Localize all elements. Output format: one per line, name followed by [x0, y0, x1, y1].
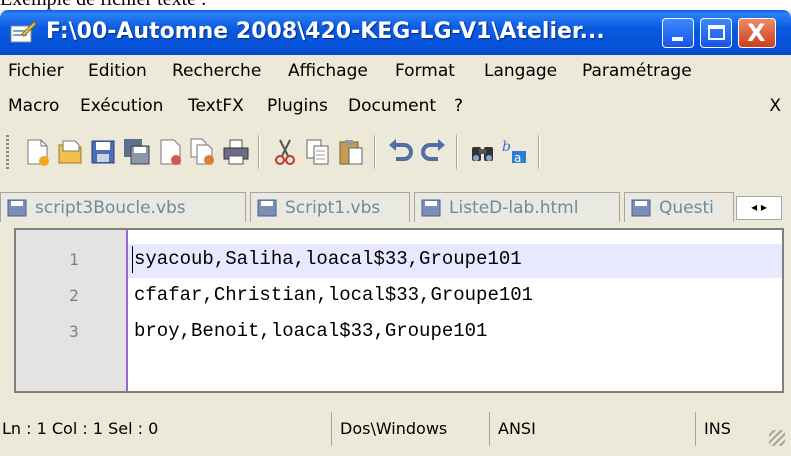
undo-icon[interactable]: [386, 137, 416, 167]
menu-document[interactable]: Document: [348, 90, 436, 123]
status-line-ending: Dos\Windows: [338, 412, 490, 446]
close-button[interactable]: X: [738, 18, 776, 48]
toolbar-separator: [456, 135, 458, 169]
tab-label: ListeD-lab.html: [449, 198, 579, 218]
toolbar-separator: [538, 135, 540, 169]
code-line[interactable]: syacoub,Saliha,loacal$33,Groupe101: [134, 248, 522, 270]
toolbar-grip[interactable]: [6, 135, 9, 169]
svg-text:b: b: [502, 139, 511, 155]
save-all-icon[interactable]: [122, 137, 152, 167]
print-icon[interactable]: [221, 137, 251, 167]
menu-langage[interactable]: Langage: [484, 55, 557, 88]
status-insert-mode: INS: [704, 419, 731, 438]
saved-file-icon: [7, 199, 27, 217]
saved-file-icon: [421, 199, 441, 217]
tab-scroll-arrows[interactable]: ◂ ▸: [736, 196, 782, 220]
menu-edition[interactable]: Edition: [88, 55, 147, 88]
resize-grip-icon[interactable]: [769, 430, 785, 446]
open-file-icon[interactable]: [55, 137, 85, 167]
tab-label: Questi: [659, 198, 714, 218]
replace-icon[interactable]: b a: [500, 137, 530, 167]
line-number-gutter: 1 2 3: [16, 230, 128, 391]
cut-icon[interactable]: [270, 137, 300, 167]
status-encoding: ANSI: [496, 412, 696, 446]
text-editor[interactable]: 1 2 3 syacoub,Saliha,loacal$33,Groupe101…: [14, 228, 784, 393]
menu-textfx[interactable]: TextFX: [188, 90, 244, 123]
tab-questi[interactable]: Questi: [624, 192, 734, 222]
status-cursor-position: Ln : 1 Col : 1 Sel : 0: [0, 412, 332, 446]
copy-icon[interactable]: [303, 137, 333, 167]
line-number: 3: [69, 322, 79, 341]
title-bar[interactable]: F:\00-Automne 2008\420-KEG-LG-V1\Atelier…: [0, 10, 791, 55]
caption-text: Exemple de fichier texte :: [0, 0, 207, 10]
close-file-icon[interactable]: [155, 137, 185, 167]
redo-icon[interactable]: [418, 137, 448, 167]
menu-fichier[interactable]: Fichier: [8, 55, 64, 88]
tab-script1[interactable]: Script1.vbs: [250, 192, 410, 222]
menu-parametrage[interactable]: Paramétrage: [582, 55, 692, 88]
tab-label: script3Boucle.vbs: [35, 198, 186, 218]
maximize-button[interactable]: [700, 18, 732, 48]
menu-execution[interactable]: Exécution: [80, 90, 163, 123]
window-title: F:\00-Automne 2008\420-KEG-LG-V1\Atelier…: [46, 19, 605, 44]
minimize-icon: [672, 37, 683, 41]
code-line[interactable]: cfafar,Christian,local$33,Groupe101: [134, 284, 533, 306]
menu-affichage[interactable]: Affichage: [288, 55, 368, 88]
menu-recherche[interactable]: Recherche: [172, 55, 261, 88]
saved-file-icon: [631, 199, 651, 217]
line-number: 2: [69, 286, 79, 305]
menu-bar-row-1: Fichier Edition Recherche Affichage Form…: [0, 55, 791, 88]
menu-macro[interactable]: Macro: [8, 90, 59, 123]
line-number: 1: [69, 250, 79, 269]
maximize-icon: [708, 25, 725, 40]
notepad-window: F:\00-Automne 2008\420-KEG-LG-V1\Atelier…: [0, 10, 791, 456]
save-icon[interactable]: [88, 137, 118, 167]
tab-script3boucle[interactable]: script3Boucle.vbs: [0, 192, 246, 222]
status-bar: Ln : 1 Col : 1 Sel : 0 Dos\Windows ANSI …: [0, 406, 791, 456]
document-tabs: script3Boucle.vbs Script1.vbs ListeD-lab…: [0, 182, 791, 226]
saved-file-icon: [257, 199, 277, 217]
menu-help[interactable]: ?: [454, 90, 463, 123]
toolbar: b a: [0, 125, 791, 180]
paste-icon[interactable]: [336, 137, 366, 167]
svg-text:a: a: [514, 151, 521, 165]
new-file-icon[interactable]: [22, 137, 52, 167]
minimize-button[interactable]: [662, 18, 694, 48]
tab-listed-lab[interactable]: ListeD-lab.html: [414, 192, 620, 222]
text-caret: [132, 246, 133, 273]
tab-label: Script1.vbs: [285, 198, 381, 218]
code-line[interactable]: broy,Benoit,loacal$33,Groupe101: [134, 320, 487, 342]
toolbar-separator: [258, 135, 260, 169]
menu-plugins[interactable]: Plugins: [267, 90, 328, 123]
notepad-app-icon: [10, 21, 36, 43]
menu-bar-row-2: Macro Exécution TextFX Plugins Document …: [0, 90, 791, 123]
close-document-button[interactable]: X: [769, 90, 781, 123]
menu-format[interactable]: Format: [395, 55, 455, 88]
close-all-icon[interactable]: [188, 137, 218, 167]
toolbar-separator: [374, 135, 376, 169]
close-icon: X: [747, 19, 766, 47]
find-icon[interactable]: [468, 137, 498, 167]
